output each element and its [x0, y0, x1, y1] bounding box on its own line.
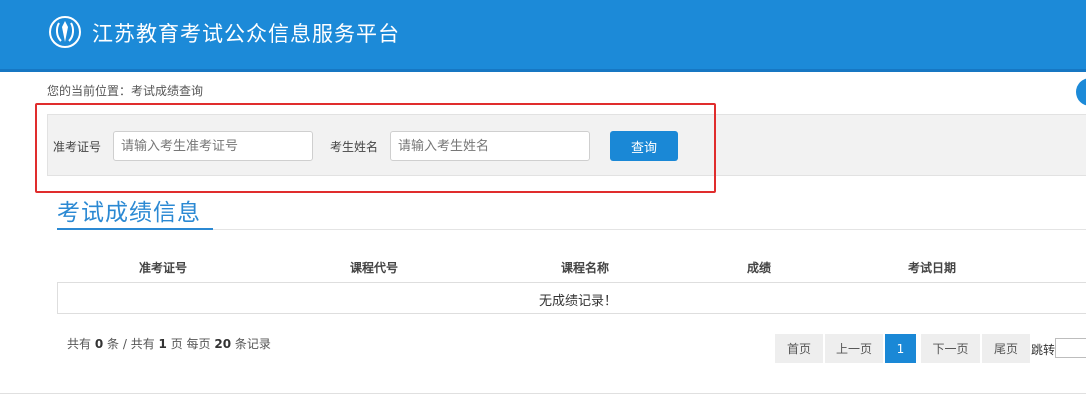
education-emblem-icon[interactable] — [47, 14, 83, 50]
summary-prefix: 共有 — [67, 337, 92, 351]
column-header-score: 成绩 — [747, 261, 772, 275]
column-header-course-name: 课程名称 — [561, 261, 610, 275]
last-page-button[interactable]: 尾页 — [982, 334, 1030, 363]
section-title-underline — [57, 228, 213, 230]
breadcrumb: 您的当前位置：考试成绩查询 — [47, 84, 204, 98]
site-header: 江苏教育考试公众信息服务平台 — [0, 0, 1086, 72]
column-header-ticket-number: 准考证号 — [139, 261, 188, 275]
per-page-count: 20 — [214, 337, 232, 351]
candidate-name-input[interactable] — [390, 131, 590, 161]
table-empty-row: 无成绩记录！ — [57, 282, 1086, 314]
section-title: 考试成绩信息 — [57, 200, 201, 226]
ticket-number-input[interactable] — [113, 131, 313, 161]
ticket-number-label: 准考证号 — [53, 140, 102, 154]
first-page-button[interactable]: 首页 — [775, 334, 823, 363]
jump-label: 跳转 — [1031, 343, 1056, 357]
query-button[interactable]: 查询 — [610, 131, 678, 161]
next-page-button[interactable]: 下一页 — [921, 334, 980, 363]
prev-page-button[interactable]: 上一页 — [825, 334, 883, 363]
site-title: 江苏教育考试公众信息服务平台 — [92, 22, 400, 46]
footer-divider — [0, 393, 1086, 394]
summary-record-unit: 条 / 共有 — [107, 337, 155, 351]
summary-page-unit: 页 每页 — [170, 337, 211, 351]
header-bottom-rule — [0, 69, 1086, 72]
current-page-button[interactable]: 1 — [885, 334, 916, 363]
record-count: 0 — [94, 337, 104, 351]
column-header-course-code: 课程代号 — [350, 261, 399, 275]
column-header-exam-date: 考试日期 — [908, 261, 957, 275]
empty-message: 无成绩记录！ — [538, 294, 617, 309]
candidate-name-label: 考生姓名 — [330, 140, 379, 154]
page-count: 1 — [158, 337, 167, 351]
jump-page-input[interactable] — [1055, 338, 1086, 358]
summary-per-page-unit: 条记录 — [234, 337, 271, 351]
floating-help-button[interactable] — [1076, 78, 1086, 106]
records-summary: 共有 0 条 / 共有 1 页 每页 20 条记录 — [67, 335, 271, 352]
